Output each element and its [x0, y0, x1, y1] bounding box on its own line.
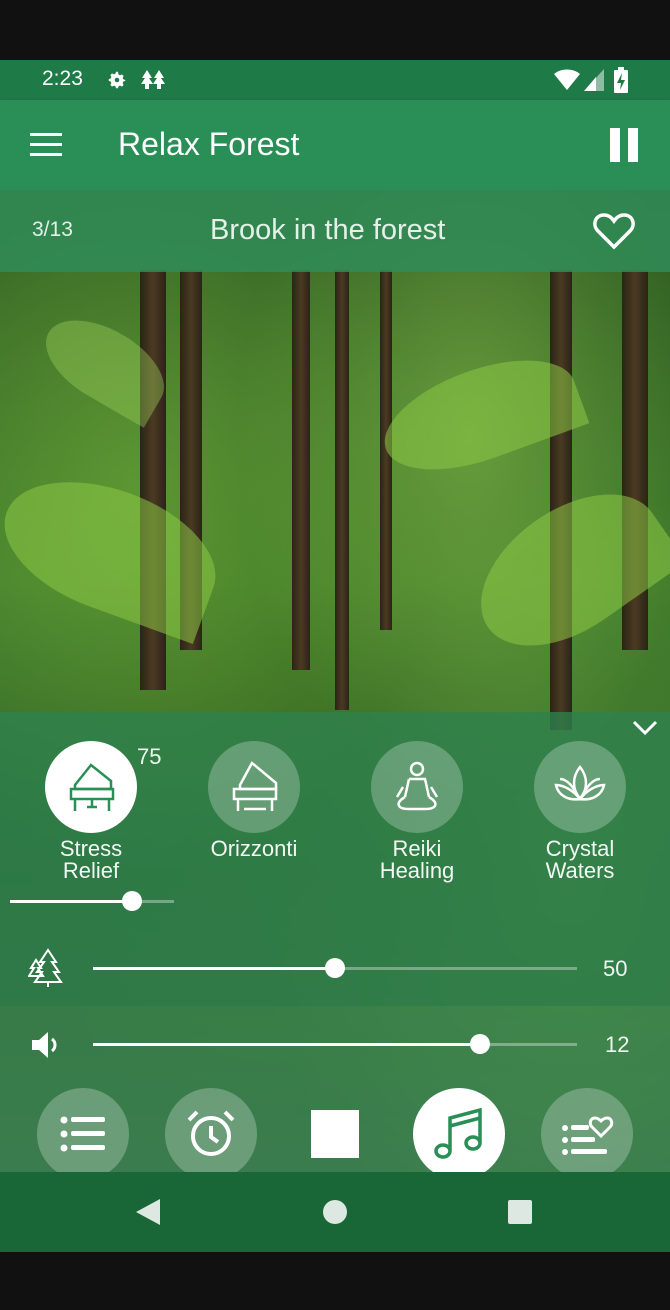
- playlist-button[interactable]: [37, 1088, 129, 1172]
- nature-volume-fill: [93, 967, 335, 970]
- home-icon[interactable]: [323, 1200, 347, 1224]
- master-volume-value: 12: [605, 1032, 630, 1057]
- tree-trunk: [550, 270, 572, 730]
- gear-icon: [108, 71, 126, 89]
- music-volume-thumb[interactable]: [122, 891, 142, 911]
- timer-button[interactable]: [165, 1088, 257, 1172]
- signal-icon: [584, 69, 604, 91]
- favorites-button[interactable]: [541, 1088, 633, 1172]
- music-item-reiki-healing[interactable]: [371, 741, 463, 833]
- piano-icon: [69, 763, 115, 811]
- music-item-label: Stress Relief: [59, 836, 123, 883]
- meditation-icon: [395, 761, 439, 811]
- music-item-label: Orizzonti: [210, 836, 298, 861]
- controls-panel: 12: [0, 1006, 670, 1172]
- master-volume-fill: [93, 1043, 480, 1046]
- wifi-icon: [554, 69, 580, 90]
- chevron-down-icon[interactable]: [632, 720, 658, 736]
- favorites-list-icon: [562, 1116, 614, 1155]
- back-icon[interactable]: [136, 1199, 160, 1225]
- grand-piano-icon: [232, 761, 278, 811]
- music-item-label: Crystal Waters: [545, 836, 615, 883]
- music-item-label: Reiki Healing: [379, 836, 455, 883]
- bottom-black-bezel: [0, 1252, 670, 1310]
- tree-trunk: [292, 270, 310, 670]
- app-bar: Relax Forest: [0, 100, 670, 190]
- heart-outline-icon[interactable]: [593, 212, 635, 250]
- music-item-orizzonti[interactable]: [208, 741, 300, 833]
- list-icon: [60, 1116, 105, 1152]
- music-button[interactable]: [413, 1088, 505, 1172]
- trees-icon: [28, 948, 63, 987]
- music-item-crystal-waters[interactable]: [534, 741, 626, 833]
- nature-volume-thumb[interactable]: [325, 958, 345, 978]
- lotus-icon: [554, 764, 606, 802]
- status-time: 2:23: [42, 67, 83, 90]
- app-title: Relax Forest: [118, 126, 300, 162]
- music-panel: 75 Stress Relief Orizzonti Reiki Healing…: [0, 712, 670, 1006]
- stop-icon[interactable]: [311, 1110, 359, 1158]
- system-nav-bar: [0, 1172, 670, 1252]
- track-title: Brook in the forest: [210, 214, 446, 246]
- track-counter: 3/13: [32, 218, 73, 241]
- forest-background: 3/13 Brook in the forest 75 Stress Relie…: [0, 190, 670, 1172]
- nature-volume-value: 50: [603, 956, 628, 981]
- status-bar: 2:23: [0, 60, 670, 100]
- alarm-clock-icon: [187, 1110, 235, 1156]
- pause-icon[interactable]: [610, 128, 640, 162]
- selected-music-volume: 75: [137, 744, 162, 769]
- tree-trunk: [335, 270, 349, 710]
- music-note-icon: [434, 1107, 482, 1159]
- track-info-bar: 3/13 Brook in the forest: [0, 190, 670, 272]
- battery-icon: [614, 67, 628, 93]
- recents-icon[interactable]: [508, 1200, 532, 1224]
- music-volume-fill: [10, 900, 132, 903]
- hamburger-icon[interactable]: [30, 133, 62, 157]
- master-volume-thumb[interactable]: [470, 1034, 490, 1054]
- speaker-icon[interactable]: [32, 1030, 64, 1060]
- trees-icon: [141, 70, 165, 89]
- top-black-bezel: [0, 0, 670, 60]
- music-item-stress-relief[interactable]: [45, 741, 137, 833]
